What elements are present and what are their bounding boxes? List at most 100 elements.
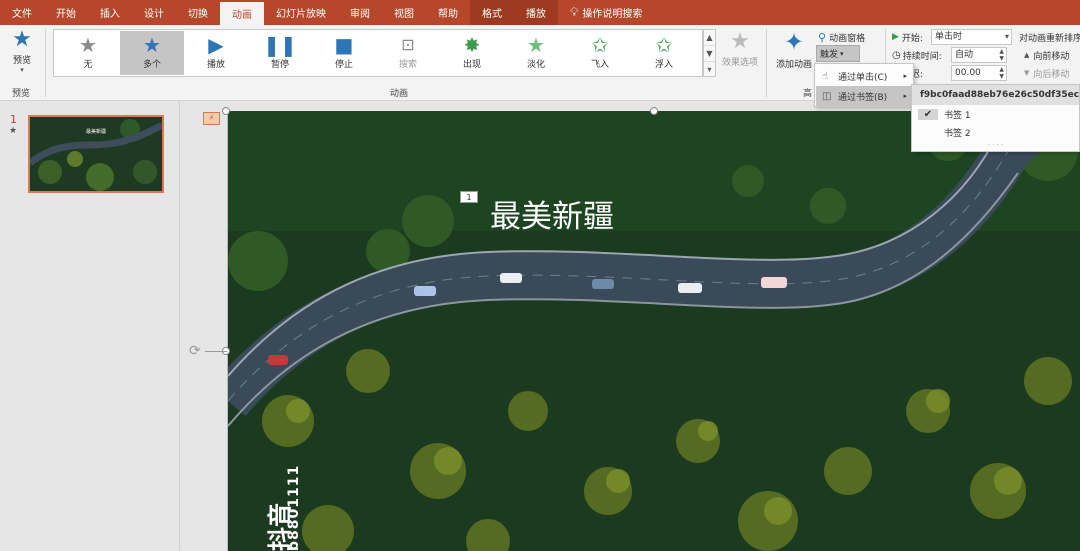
scroll-up-icon[interactable]: ▲ [704,30,715,46]
bookmark-submenu: f9bc0faad88eb76e26c50df35ecda8 ✔ 书签 1 书签… [911,84,1080,152]
fade-star-icon: ★ [527,33,545,57]
duration-label: 持续时间: [902,51,942,62]
reorder-title: 对动画重新排序 [1019,33,1080,44]
resize-grip-icon[interactable]: · · · · [912,141,1079,149]
duration-field[interactable]: 自动 ▲ ▼ [951,47,1007,63]
gallery-item-multiple[interactable]: ★ 多个 [120,31,184,75]
gallery-item-float-in[interactable]: ✩ 浮入 [632,31,696,75]
tab-review[interactable]: 审阅 [338,0,382,25]
fly-in-star-icon: ✩ [591,33,609,57]
tab-insert[interactable]: 插入 [88,0,132,25]
start-play-icon: ▶ [892,32,899,42]
bookmark-icon: ◫ [822,90,832,102]
rotate-connector [205,351,227,352]
gallery-item-seek[interactable]: ⊡ 搜索 [376,31,440,75]
animation-order-tag[interactable]: 1 [460,191,478,203]
trigger-on-bookmark[interactable]: ◫ 通过书签(B) ▸ [816,86,913,106]
move-earlier-button[interactable]: ▲ 向前移动 [1024,47,1069,63]
duration-value: 自动 [955,50,974,60]
gallery-item-fade[interactable]: ★ 淡化 [504,31,568,75]
gallery-item-stop[interactable]: ■ 停止 [312,31,376,75]
tab-file[interactable]: 文件 [0,0,44,25]
thumbnail-title: 最美新疆 [85,129,106,135]
menu-bar: 文件 开始 插入 设计 切换 动画 幻灯片放映 审阅 视图 帮助 格式 播放 💡… [0,0,1080,25]
animation-star-icon: ★ [9,126,18,136]
slide-title[interactable]: 最美新疆 [490,191,614,236]
scroll-down-icon[interactable]: ▼ [704,46,715,62]
group-label-preview: 预览 [12,89,31,99]
tab-help[interactable]: 帮助 [426,0,470,25]
tab-view[interactable]: 视图 [382,0,426,25]
start-dropdown[interactable]: 单击时 ▾ [931,29,1012,45]
animation-pane-icon: ⚲ [818,30,827,44]
triangle-up-icon: ▲ [1024,51,1030,59]
trigger-on-click[interactable]: ☝ 通过单击(C) ▸ [816,66,913,86]
effect-options-button[interactable]: ★ 效果选项 [719,29,761,79]
resize-handle[interactable] [222,107,230,115]
animation-pane-button[interactable]: ⚲ 动画窗格 [818,29,865,45]
bookmark-item-1[interactable]: ✔ 书签 1 [912,105,1079,123]
trigger-on-bookmark-label: 通过书签(B) [838,92,888,103]
chevron-down-icon: ▾ [20,66,24,74]
gallery-item-pause[interactable]: ❚❚ 暂停 [248,31,312,75]
divider [45,29,46,97]
rotate-icon[interactable]: ⟳ [189,343,201,359]
gallery-item-label: 停止 [334,60,353,70]
spinner-icon[interactable]: ▲ ▼ [999,48,1004,62]
chevron-right-icon: ▸ [903,72,907,80]
bookmark-item-2[interactable]: 书签 2 [912,123,1079,141]
lightbulb-icon: 💡︎ [570,5,579,19]
tell-me-search[interactable]: 💡︎ 操作说明搜索 [558,0,654,25]
gallery-item-appear[interactable]: ✸ 出现 [440,31,504,75]
move-earlier-label: 向前移动 [1033,51,1070,62]
duration-label-wrap: ◷ 持续时间: [892,47,942,63]
delay-field[interactable]: 00.00 ▲ ▼ [951,65,1007,81]
stop-icon: ■ [334,33,354,57]
gallery-item-label: 多个 [142,60,161,70]
spinner-icon[interactable]: ▲ ▼ [999,66,1004,80]
media-animation-icon[interactable]: ⚡ [203,112,220,125]
tab-slideshow[interactable]: 幻灯片放映 [264,0,338,25]
gallery-item-fly-in[interactable]: ✩ 飞入 [568,31,632,75]
trigger-label: 触发 [820,50,839,60]
tab-format[interactable]: 格式 [470,0,514,25]
bookmark-label: 书签 1 [944,110,971,121]
slide-canvas: 1 最美新疆 抖音 b8801111 [181,101,1080,551]
tab-animations[interactable]: 动画 [220,2,264,25]
group-label-animation: 动画 [390,89,409,99]
move-later-button[interactable]: ▼ 向后移动 [1024,65,1069,81]
seek-icon: ⊡ [401,35,415,54]
group-label-advanced: 高 [803,89,813,99]
effect-options-label: 效果选项 [721,58,758,68]
tell-me-label: 操作说明搜索 [582,9,643,20]
trigger-button[interactable]: 触发 ▾ [816,45,860,62]
gallery-item-label: 出现 [462,60,481,70]
gallery-scroll: ▲ ▼ ▾ [703,29,716,77]
tab-design[interactable]: 设计 [132,0,176,25]
trigger-on-click-label: 通过单击(C) [838,72,888,83]
gallery-more-icon[interactable]: ▾ [704,62,715,78]
gallery-item-play[interactable]: ▶ 播放 [184,31,248,75]
star-blue-icon: ★ [143,33,161,57]
tab-playback[interactable]: 播放 [514,0,558,25]
chevron-down-icon: ▾ [840,49,844,58]
tab-transitions[interactable]: 切换 [176,0,220,25]
gallery-item-none[interactable]: ★ 无 [56,31,120,75]
start-label: 开始: [901,33,923,44]
chevron-down-icon: ▾ [1004,32,1009,41]
resize-handle[interactable] [650,107,658,115]
trigger-menu: ☝ 通过单击(C) ▸ ◫ 通过书签(B) ▸ [814,63,914,107]
gallery-item-label: 飞入 [590,60,609,70]
watermark-id: b8801111 [286,464,302,551]
tab-home[interactable]: 开始 [44,0,88,25]
slide-number: 1 [10,113,17,126]
add-animation-button[interactable]: ✦ 添加动画 [772,27,816,79]
add-animation-label: 添加动画 [775,60,812,70]
preview-star-icon: ★ [12,27,32,52]
preview-button[interactable]: ★ 预览 ▾ [4,27,40,77]
slide[interactable]: 1 最美新疆 抖音 b8801111 [227,111,1080,551]
bookmark-media-name: f9bc0faad88eb76e26c50df35ecda8 [912,85,1079,105]
slide-thumbnail[interactable]: 最美新疆 [28,115,164,193]
pause-icon: ❚❚ [263,33,297,57]
gallery-item-label: 暂停 [270,60,289,70]
